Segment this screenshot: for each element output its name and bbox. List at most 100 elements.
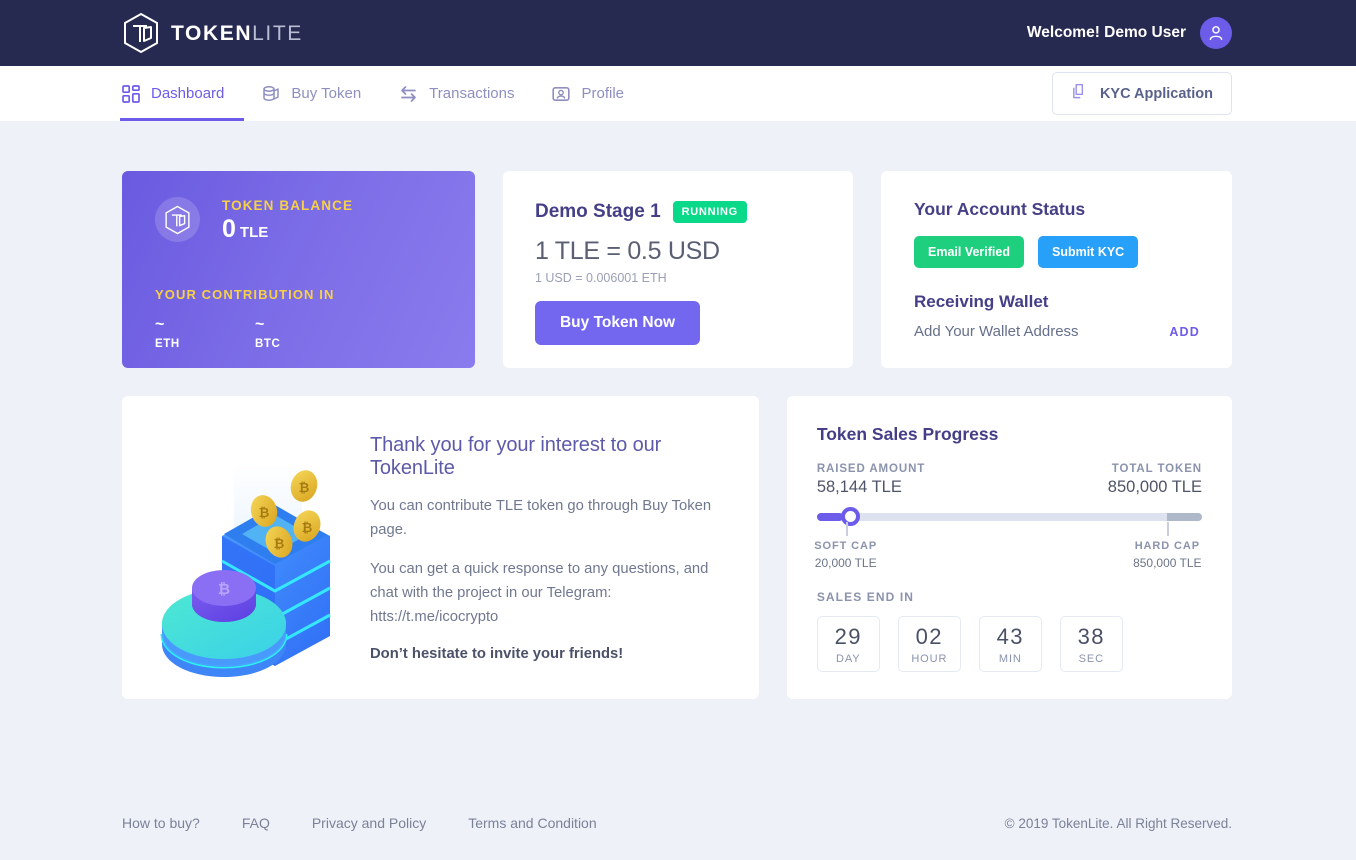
nav-item-buy-token[interactable]: Buy Token — [262, 66, 361, 121]
token-rate: 1 TLE = 0.5 USD — [534, 237, 720, 265]
countdown-hour-value: 02 — [915, 623, 944, 649]
soft-cap-block: SOFT CAP 20,000 TLE — [786, 540, 906, 570]
footer-link-how-to-buy[interactable]: How to buy? — [122, 815, 200, 831]
isometric-crypto-blocks-coins-illustration: ₿ ₿ ₿ ₿ ₿ — [152, 434, 362, 686]
profile-card-icon — [552, 85, 571, 103]
countdown-hour-unit: HOUR — [911, 652, 948, 665]
token-balance-label: TOKEN BALANCE — [222, 197, 354, 213]
documents-copy-icon — [1071, 83, 1088, 104]
nav-label-transactions: Transactions — [429, 85, 515, 102]
total-token-label: TOTAL TOKEN — [1111, 463, 1202, 475]
kyc-application-button[interactable]: KYC Application — [1051, 72, 1232, 115]
hexagon-tl-logo-icon — [122, 12, 160, 54]
swap-arrows-icon — [399, 85, 418, 103]
raised-amount-block: RAISED AMOUNT 58,144 TLE — [817, 463, 925, 497]
contribution-eth: ~ ETH — [155, 316, 255, 350]
svg-text:₿: ₿ — [299, 481, 310, 496]
main-navigation-bar: Dashboard Buy Token Transactions Profile… — [0, 66, 1356, 121]
soft-cap-value: 20,000 TLE — [814, 556, 877, 570]
stage-name: Demo Stage 1 — [534, 201, 661, 222]
brand-name-light: LITE — [252, 21, 303, 45]
countdown-day-value: 29 — [834, 623, 863, 649]
contribution-eth-currency: ETH — [155, 337, 180, 350]
brand-name-bold: TOKEN — [171, 21, 253, 45]
coins-stack-icon — [262, 85, 280, 103]
promo-paragraph-2: You can get a quick response to any ques… — [370, 560, 709, 625]
email-verified-badge[interactable]: Email Verified — [914, 236, 1024, 268]
countdown-sec-unit: SEC — [1078, 652, 1104, 665]
wallet-address-placeholder: Add Your Wallet Address — [914, 323, 1079, 340]
promo-paragraph-1: You can contribute TLE token go through … — [370, 498, 712, 538]
countdown-min: 43 MIN — [978, 616, 1042, 672]
footer-link-faq[interactable]: FAQ — [242, 815, 270, 831]
svg-text:₿: ₿ — [259, 506, 270, 521]
countdown-min-value: 43 — [996, 623, 1025, 649]
nav-item-transactions[interactable]: Transactions — [399, 66, 514, 121]
token-balance-card: TOKEN BALANCE 0 TLE YOUR CONTRIBUTION IN … — [122, 171, 475, 368]
svg-text:₿: ₿ — [218, 580, 230, 598]
buy-token-now-button[interactable]: Buy Token Now — [534, 301, 701, 345]
status-badge: RUNNING — [672, 201, 747, 223]
slider-track-tail — [1167, 513, 1202, 521]
contribution-btc-currency: BTC — [255, 337, 281, 350]
kyc-button-label: KYC Application — [1099, 85, 1213, 102]
hard-cap-block: HARD CAP 850,000 TLE — [1107, 540, 1227, 570]
svg-text:₿: ₿ — [274, 537, 285, 552]
countdown-sec-value: 38 — [1077, 623, 1106, 649]
token-balance-amount: 0 — [222, 214, 236, 243]
nav-label-profile: Profile — [581, 85, 625, 102]
submit-kyc-button[interactable]: Submit KYC — [1037, 236, 1139, 268]
content-cards-row: ₿ ₿ ₿ ₿ ₿ Thank you for your interest to… — [122, 396, 1232, 699]
nav-item-dashboard[interactable]: Dashboard — [119, 66, 245, 121]
page-content: TOKEN BALANCE 0 TLE YOUR CONTRIBUTION IN … — [0, 121, 1356, 699]
raised-amount-label: RAISED AMOUNT — [816, 463, 926, 475]
countdown-min-unit: MIN — [998, 652, 1022, 665]
footer-link-terms[interactable]: Terms and Condition — [468, 815, 596, 831]
soft-cap-tick — [845, 522, 848, 536]
total-token-block: TOTAL TOKEN 850,000 TLE — [1108, 463, 1202, 497]
add-wallet-link[interactable]: ADD — [1169, 325, 1200, 339]
soft-cap-label: SOFT CAP — [814, 540, 878, 552]
user-avatar-icon[interactable] — [1200, 17, 1232, 49]
sales-progress-slider[interactable] — [816, 507, 1202, 526]
promo-closing-text: Don’t hesitate to invite your friends! — [370, 645, 624, 662]
top-header-bar: TOKEN LITE Welcome! Demo User — [0, 0, 1356, 66]
account-status-card: Your Account Status Email Verified Submi… — [881, 171, 1233, 368]
brand-logo[interactable]: TOKEN LITE — [122, 12, 303, 54]
summary-cards-row: TOKEN BALANCE 0 TLE YOUR CONTRIBUTION IN … — [122, 121, 1233, 368]
grid-dashboard-icon — [122, 84, 140, 103]
countdown-hour: 02 HOUR — [897, 616, 961, 672]
contribution-btc: ~ BTC — [255, 316, 355, 350]
raised-amount-value: 58,144 TLE — [816, 478, 902, 496]
stage-rate-card: Demo Stage 1 RUNNING 1 TLE = 0.5 USD 1 U… — [502, 171, 853, 368]
footer-link-privacy[interactable]: Privacy and Policy — [312, 815, 426, 831]
nav-item-profile[interactable]: Profile — [552, 66, 624, 121]
hard-cap-value: 850,000 TLE — [1133, 556, 1202, 570]
contribution-eth-value: ~ — [155, 316, 165, 333]
nav-label-buy-token: Buy Token — [291, 85, 362, 102]
countdown-timer: 29 DAY 02 HOUR 43 MIN 38 SEC — [816, 616, 1202, 672]
token-sales-progress-card: Token Sales Progress RAISED AMOUNT 58,14… — [786, 396, 1232, 699]
hard-cap-label: HARD CAP — [1134, 540, 1200, 552]
receiving-wallet-title: Receiving Wallet — [914, 292, 1049, 311]
progress-title: Token Sales Progress — [816, 424, 999, 444]
promo-title: Thank you for your interest to our Token… — [370, 434, 662, 479]
token-balance-unit: TLE — [239, 223, 269, 241]
token-sub-rate: 1 USD = 0.006001 ETH — [534, 271, 667, 285]
token-hexagon-icon — [155, 197, 200, 242]
sales-end-label: SALES END IN — [816, 590, 915, 604]
countdown-sec: 38 SEC — [1059, 616, 1123, 672]
countdown-day-unit: DAY — [836, 652, 861, 665]
welcome-text: Welcome! Demo User — [1026, 24, 1186, 41]
user-welcome[interactable]: Welcome! Demo User — [1027, 17, 1232, 49]
total-token-value: 850,000 TLE — [1107, 478, 1202, 496]
welcome-promo-card: ₿ ₿ ₿ ₿ ₿ Thank you for your interest to… — [122, 396, 759, 699]
nav-label-dashboard: Dashboard — [151, 85, 225, 102]
hard-cap-tick — [1167, 522, 1170, 536]
slider-fill — [816, 513, 843, 521]
slider-track — [816, 513, 1202, 521]
contribution-btc-value: ~ — [255, 316, 265, 333]
svg-text:₿: ₿ — [302, 521, 313, 536]
countdown-day: 29 DAY — [816, 616, 880, 672]
contribution-label: YOUR CONTRIBUTION IN — [155, 287, 335, 302]
